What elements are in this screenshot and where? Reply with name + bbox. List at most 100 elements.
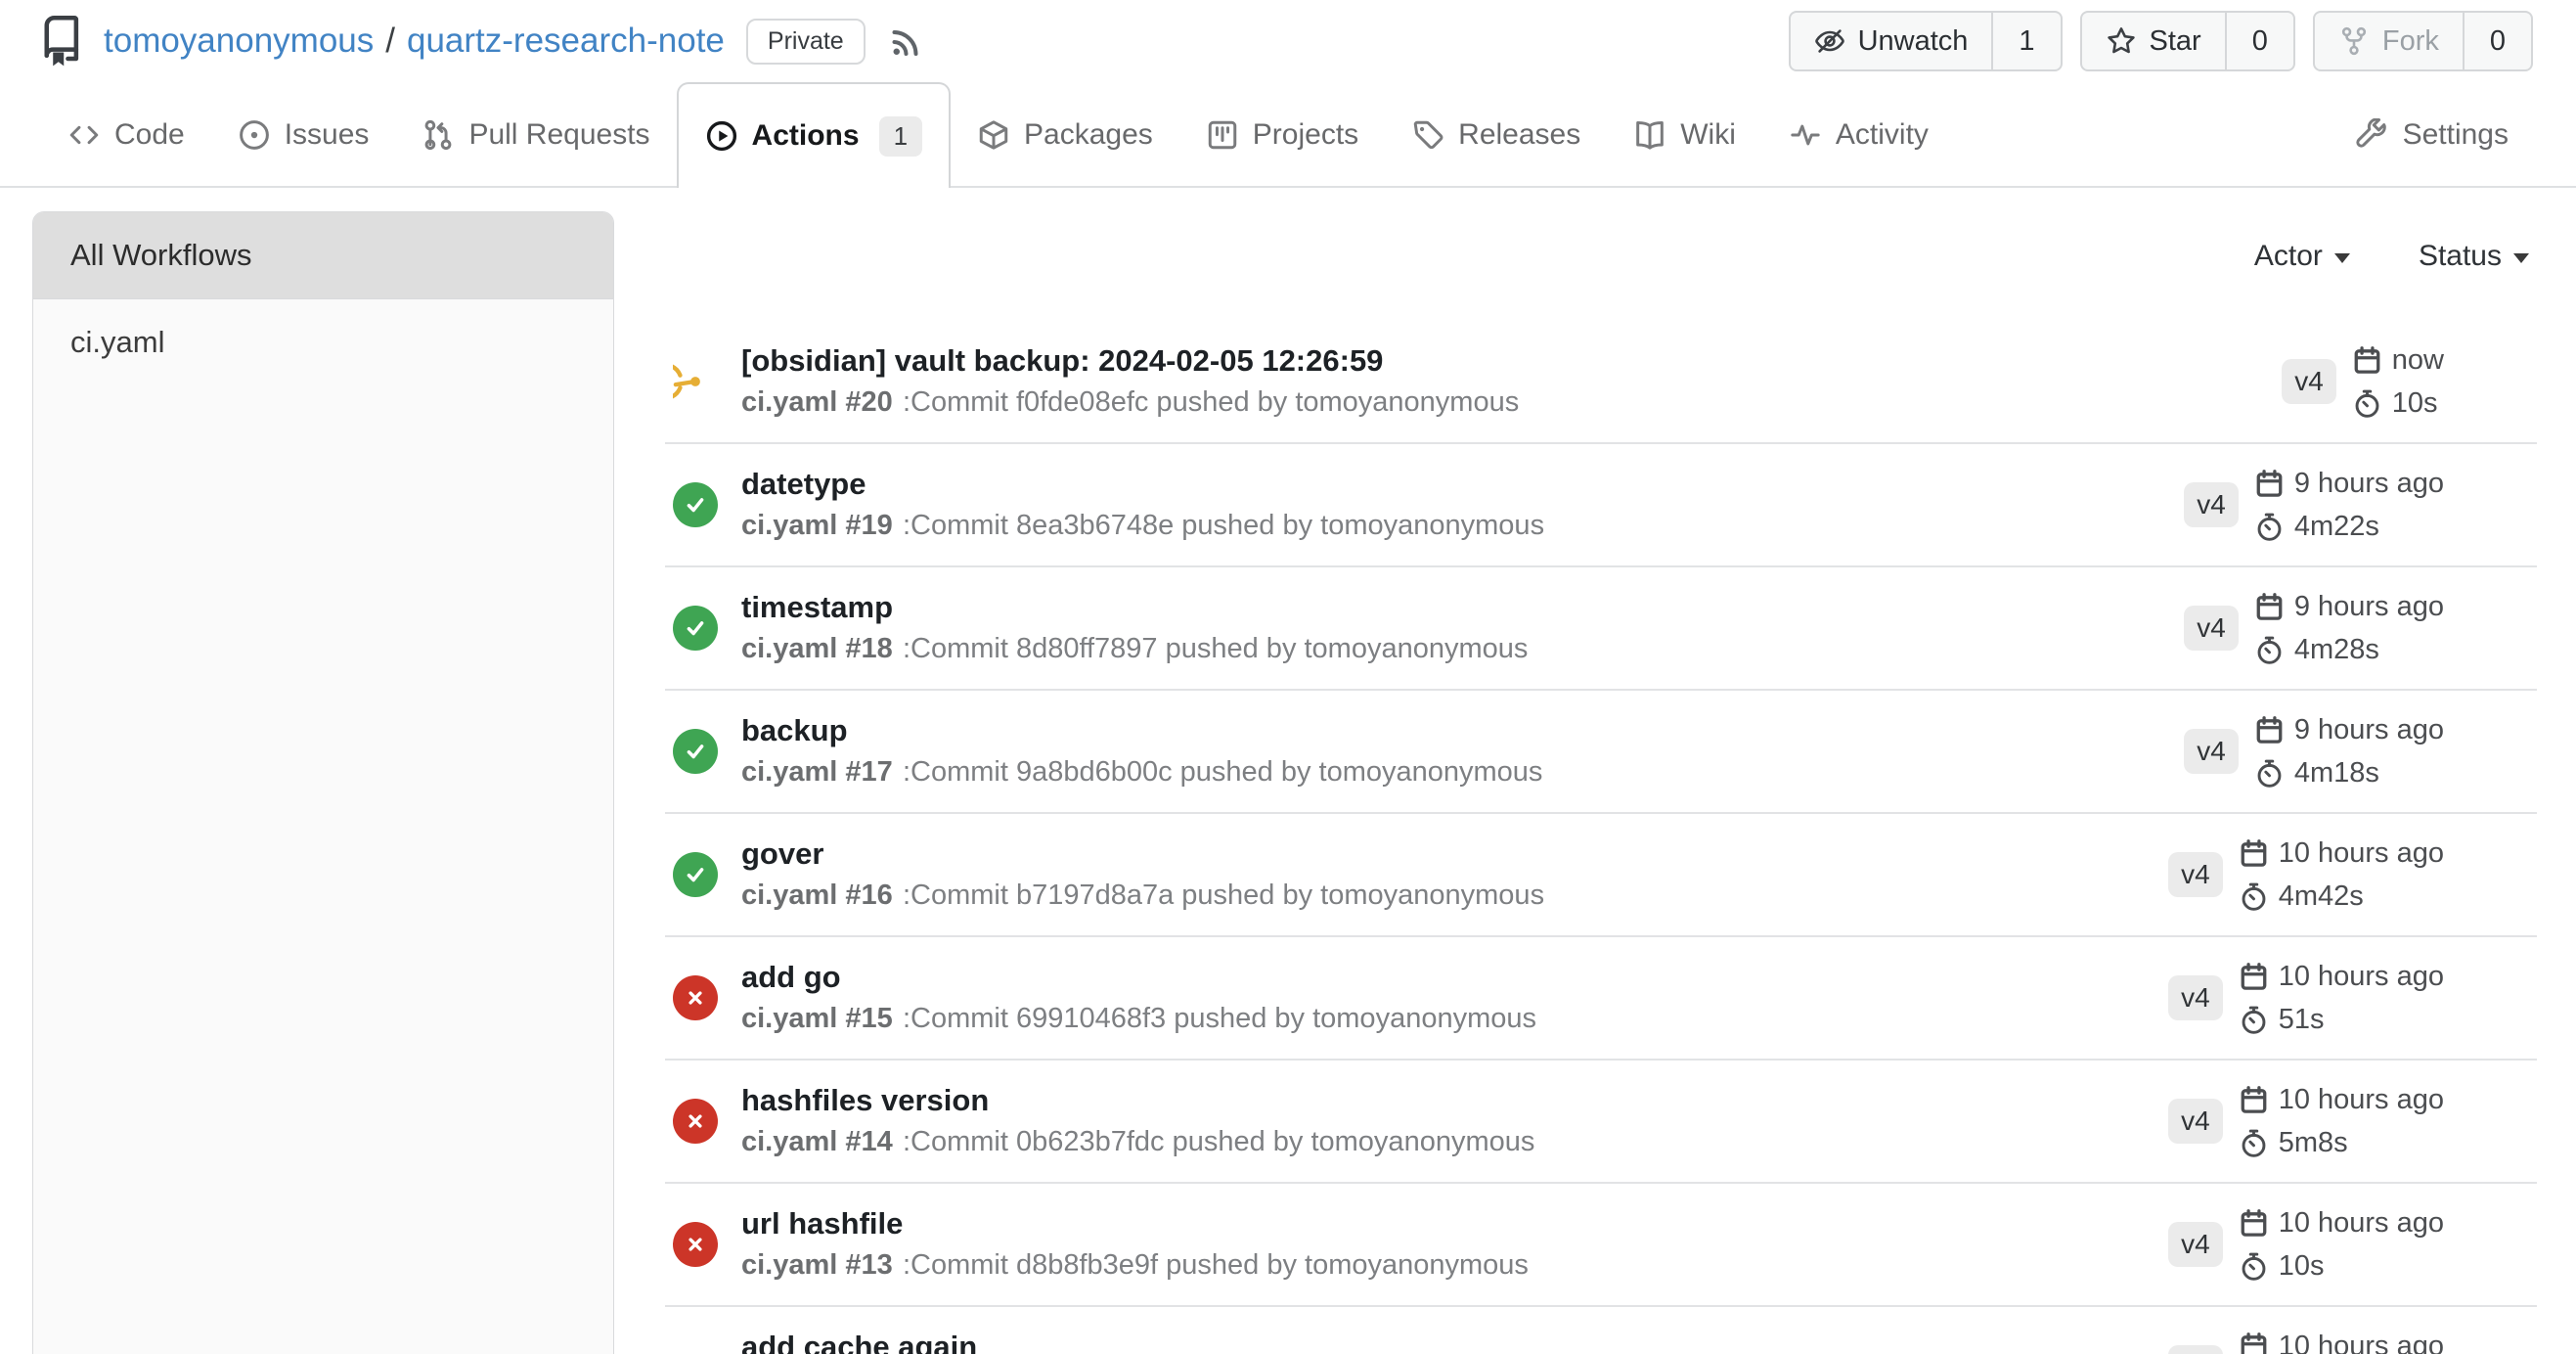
run-status-slot: [673, 606, 718, 651]
run-title[interactable]: gover: [741, 836, 823, 871]
rss-icon[interactable]: [887, 22, 926, 61]
repo-path-separator: /: [385, 22, 395, 61]
tab-code[interactable]: Code: [41, 84, 211, 186]
run-duration: 4m42s: [2279, 880, 2364, 913]
run-times: 9 hours ago 4m18s: [2254, 708, 2444, 794]
run-workflow: ci.yaml #18: [741, 633, 893, 664]
run-duration-line: 10s: [2352, 382, 2444, 425]
repo-name-link[interactable]: quartz-research-note: [407, 22, 725, 61]
calendar-icon: [2254, 469, 2285, 499]
workflow-run-row[interactable]: add go ci.yaml #15 :Commit 69910468f3 pus…: [665, 937, 2537, 1061]
tab-actions[interactable]: Actions 1: [677, 82, 951, 188]
fork-count[interactable]: 0: [2463, 13, 2531, 69]
tab-pull-requests-label: Pull Requests: [468, 118, 649, 152]
run-commit-text: :Commit 9a8bd6b00c pushed by tomoyanonym…: [903, 756, 1543, 788]
run-title[interactable]: [obsidian] vault backup: 2024-02-05 12:2…: [741, 343, 1383, 378]
run-duration: 10s: [2392, 387, 2438, 420]
workflow-run-row[interactable]: timestamp ci.yaml #18 :Commit 8d80ff7897 …: [665, 567, 2537, 691]
run-status-slot: [673, 1345, 718, 1354]
runner-version-badge: v4: [2168, 1222, 2223, 1267]
workflow-run-row[interactable]: url hashfile ci.yaml #13:Commit d8b8fb3e…: [665, 1184, 2537, 1307]
tab-activity[interactable]: Activity: [1762, 84, 1955, 186]
run-times: 9 hours ago 4m22s: [2254, 462, 2444, 548]
repo-owner-link[interactable]: tomoyanonymous: [104, 22, 374, 61]
workflow-run-row[interactable]: gover ci.yaml #16:Commit b7197d8a7a push…: [665, 814, 2537, 937]
run-text: add cache again: [741, 1327, 2168, 1354]
run-subtitle: ci.yaml #13:Commit d8b8fb3e9f pushed by …: [741, 1244, 2168, 1286]
failure-icon: [673, 1222, 718, 1267]
run-workflow: ci.yaml #19: [741, 510, 893, 541]
run-times: 10 hours ago 5m8s: [2239, 1078, 2444, 1164]
star-button[interactable]: Star: [2082, 13, 2225, 69]
run-text: backup ci.yaml #17 :Commit 9a8bd6b00c pus…: [741, 710, 2184, 792]
run-workflow: ci.yaml #15: [741, 1003, 893, 1034]
stopwatch-icon: [2239, 881, 2269, 912]
tab-pull-requests[interactable]: Pull Requests: [395, 84, 676, 186]
calendar-icon: [2239, 1208, 2269, 1239]
calendar-icon: [2239, 1331, 2269, 1354]
tab-releases[interactable]: Releases: [1385, 84, 1607, 186]
status-filter-label: Status: [2419, 240, 2502, 273]
fork-button[interactable]: Fork: [2315, 13, 2463, 69]
unwatch-button[interactable]: Unwatch: [1791, 13, 1992, 69]
run-times: now 10s: [2352, 338, 2444, 425]
tab-activity-label: Activity: [1836, 118, 1929, 152]
workflow-run-row[interactable]: [obsidian] vault backup: 2024-02-05 12:2…: [665, 321, 2537, 444]
run-title[interactable]: backup: [741, 713, 848, 747]
package-icon: [977, 118, 1010, 152]
tab-settings[interactable]: Settings: [2330, 84, 2535, 186]
workflow-run-row[interactable]: add cache again v4 10 hours ago: [665, 1307, 2537, 1354]
tab-projects[interactable]: Projects: [1179, 84, 1385, 186]
workflow-run-row[interactable]: datetype ci.yaml #19:Commit 8ea3b6748e p…: [665, 444, 2537, 567]
run-time-line: 10 hours ago: [2239, 1078, 2444, 1121]
run-text: [obsidian] vault backup: 2024-02-05 12:2…: [741, 340, 2282, 423]
actor-filter-dropdown[interactable]: Actor: [2254, 240, 2350, 273]
run-time-line: now: [2352, 338, 2444, 382]
sidebar-item-all-workflows[interactable]: All Workflows: [33, 212, 613, 298]
status-filter-dropdown[interactable]: Status: [2419, 240, 2529, 273]
run-status-slot: [673, 1099, 718, 1144]
tab-issues[interactable]: Issues: [211, 84, 396, 186]
run-meta: v4 10 hours ago 10s: [2168, 1201, 2444, 1287]
run-workflow: ci.yaml #17: [741, 756, 893, 788]
tab-releases-label: Releases: [1458, 118, 1580, 152]
run-title[interactable]: datetype: [741, 467, 866, 501]
tab-packages[interactable]: Packages: [951, 84, 1179, 186]
run-commit-text: :Commit b7197d8a7a pushed by tomoyanonym…: [903, 880, 1544, 911]
calendar-icon: [2352, 345, 2382, 376]
run-duration-line: 4m28s: [2254, 628, 2444, 671]
watch-count[interactable]: 1: [1991, 13, 2060, 69]
workflow-run-row[interactable]: backup ci.yaml #17 :Commit 9a8bd6b00c pus…: [665, 691, 2537, 814]
run-time-line: 10 hours ago: [2239, 955, 2444, 998]
run-meta: v4 10 hours ago 51s: [2168, 955, 2444, 1041]
run-duration-line: 5m8s: [2239, 1121, 2444, 1164]
run-title[interactable]: add go: [741, 960, 841, 994]
workflow-run-row[interactable]: hashfiles version ci.yaml #14:Commit 0b6…: [665, 1061, 2537, 1184]
book-icon: [1633, 118, 1666, 152]
run-time: 10 hours ago: [2279, 1207, 2444, 1240]
watch-button-group: Unwatch 1: [1789, 11, 2063, 71]
run-title[interactable]: timestamp: [741, 590, 893, 624]
run-commit-text: :Commit 69910468f3 pushed by tomoyanonym…: [903, 1003, 1536, 1034]
run-title[interactable]: add cache again: [741, 1330, 977, 1354]
run-commit-text: :Commit 8d80ff7897 pushed by tomoyanonym…: [903, 633, 1528, 664]
stopwatch-icon: [2254, 635, 2285, 665]
run-workflow: ci.yaml #13: [741, 1249, 893, 1281]
star-label: Star: [2150, 25, 2201, 58]
run-subtitle: ci.yaml #17 :Commit 9a8bd6b00c pushed by …: [741, 751, 2184, 792]
tab-wiki[interactable]: Wiki: [1607, 84, 1762, 186]
runs-panel: Actor Status [obsidian] vault backup: 20…: [665, 188, 2537, 1354]
star-count[interactable]: 0: [2225, 13, 2293, 69]
run-subtitle: ci.yaml #16:Commit b7197d8a7a pushed by …: [741, 875, 2168, 916]
failure-icon: [673, 1099, 718, 1144]
run-title[interactable]: url hashfile: [741, 1206, 903, 1241]
run-title[interactable]: hashfiles version: [741, 1083, 989, 1117]
tab-settings-label: Settings: [2403, 118, 2509, 152]
run-commit-text: :Commit f0fde08efc pushed by tomoyanonym…: [903, 386, 1519, 418]
chevron-down-icon: [2513, 253, 2529, 263]
success-icon: [673, 852, 718, 897]
code-icon: [67, 118, 101, 152]
sidebar-item-ci-yaml[interactable]: ci.yaml: [33, 298, 613, 384]
run-text: gover ci.yaml #16:Commit b7197d8a7a push…: [741, 834, 2168, 916]
run-workflow: ci.yaml #20: [741, 386, 893, 418]
